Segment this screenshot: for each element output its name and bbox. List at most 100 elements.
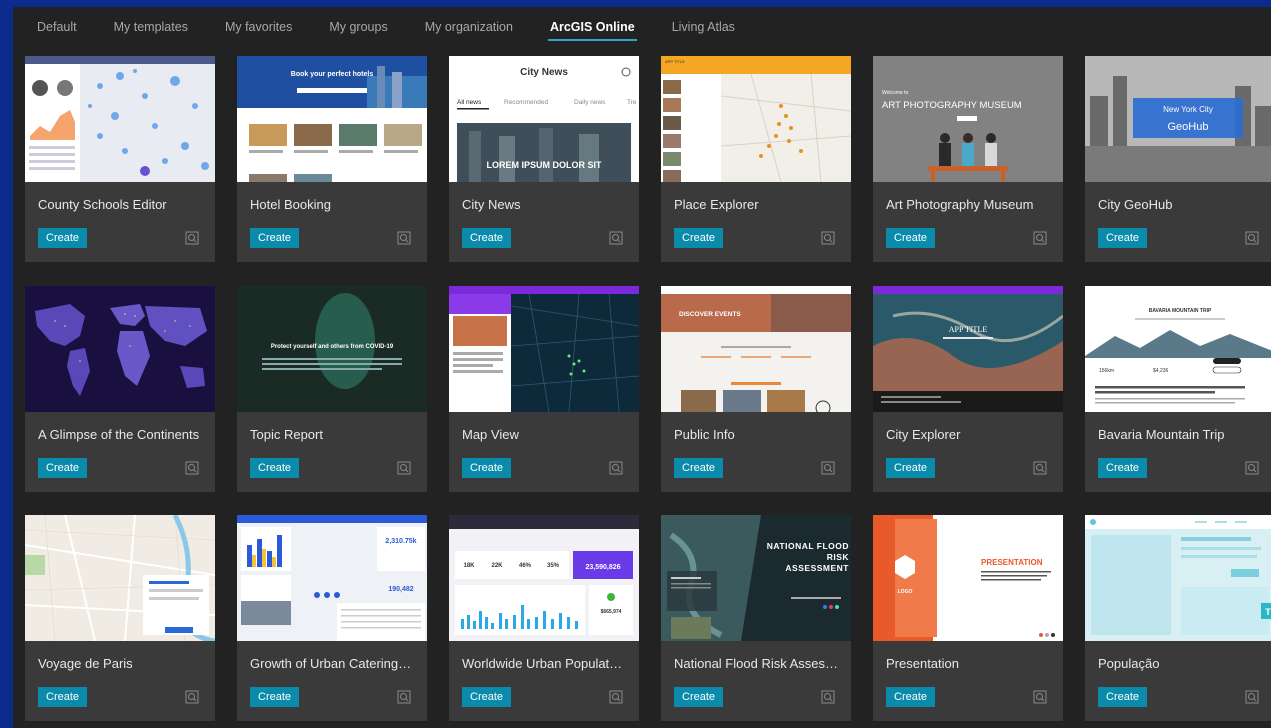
template-card-voyage-de-paris[interactable]: Voyage de Paris Create <box>25 515 215 721</box>
create-button[interactable]: Create <box>674 228 724 248</box>
template-card-hotel-booking[interactable]: Book your perfect hotels Hotel Booking C… <box>237 56 427 262</box>
card-title: Worldwide Urban Populat… <box>462 656 623 671</box>
preview-magnifier-icon[interactable] <box>185 690 199 704</box>
create-button[interactable]: Create <box>886 687 936 707</box>
template-card-city-explorer[interactable]: APP TITLE City Explorer Create <box>873 286 1063 492</box>
gallery-tabs: Default My templates My favorites My gro… <box>13 7 1271 47</box>
tab-living-atlas[interactable]: Living Atlas <box>672 7 735 47</box>
create-button[interactable]: Create <box>250 687 300 707</box>
create-button[interactable]: Create <box>250 228 300 248</box>
create-button[interactable]: Create <box>462 228 512 248</box>
preview-magnifier-icon[interactable] <box>821 461 835 475</box>
preview-magnifier-icon[interactable] <box>397 690 411 704</box>
template-card-map-view[interactable]: Map View Create <box>449 286 639 492</box>
thumb-small-text: LOGO <box>898 589 913 595</box>
tab-default[interactable]: Default <box>37 7 77 47</box>
card-title: Presentation <box>886 656 959 671</box>
template-card-topic-report[interactable]: Protect yourself and others from COVID-1… <box>237 286 427 492</box>
template-card-city-news[interactable]: City News All news Recommended Daily new… <box>449 56 639 262</box>
thumb-caption: LOREM IPSUM DOLOR SIT <box>486 160 602 170</box>
template-card-populacao[interactable]: T População Create <box>1085 515 1271 721</box>
preview-magnifier-icon[interactable] <box>821 690 835 704</box>
thumb-heading: GeoHub <box>1168 121 1209 133</box>
template-card-county-schools-editor[interactable]: County Schools Editor Create <box>25 56 215 262</box>
tab-arcgis-online[interactable]: ArcGIS Online <box>547 7 637 47</box>
template-card-national-flood-risk[interactable]: NATIONAL FLOOD RISK ASSESSMENT National … <box>661 515 851 721</box>
create-button[interactable]: Create <box>886 228 936 248</box>
create-button[interactable]: Create <box>674 458 724 478</box>
thumbnail-hotel-booking: Book your perfect hotels <box>237 56 427 182</box>
template-card-place-explorer[interactable]: APP TITLE Place Explorer Create <box>661 56 851 262</box>
create-button[interactable]: Create <box>462 458 512 478</box>
card-title: County Schools Editor <box>38 197 167 212</box>
template-card-growth-urban-catering[interactable]: 2,310.75k 190,482 Growth of Urban Cateri… <box>237 515 427 721</box>
card-title: População <box>1098 656 1160 671</box>
preview-magnifier-icon[interactable] <box>1245 461 1259 475</box>
card-title: Public Info <box>674 427 735 442</box>
thumbnail-county-schools <box>25 56 215 182</box>
thumb-stat: 156km <box>1099 368 1114 374</box>
create-button[interactable]: Create <box>462 687 512 707</box>
card-title: Voyage de Paris <box>38 656 133 671</box>
preview-magnifier-icon[interactable] <box>609 231 623 245</box>
thumb-tab: Recommended <box>504 99 548 106</box>
tab-my-templates[interactable]: My templates <box>114 7 188 47</box>
thumbnail-place-explorer: APP TITLE <box>661 56 851 182</box>
thumb-app-title: APP TITLE <box>665 59 685 64</box>
thumbnail-topic-report: Protect yourself and others from COVID-1… <box>237 286 427 412</box>
preview-magnifier-icon[interactable] <box>1245 231 1259 245</box>
preview-magnifier-icon[interactable] <box>821 231 835 245</box>
create-button[interactable]: Create <box>1098 228 1148 248</box>
thumbnail-bavaria: BAVARIA MOUNTAIN TRIP 156km $4,236 <box>1085 286 1271 412</box>
thumbnail-city-geohub: New York City GeoHub <box>1085 56 1271 182</box>
preview-magnifier-icon[interactable] <box>609 690 623 704</box>
template-card-bavaria-mountain-trip[interactable]: BAVARIA MOUNTAIN TRIP 156km $4,236 Bavar… <box>1085 286 1271 492</box>
card-title: A Glimpse of the Continents <box>38 427 200 442</box>
preview-magnifier-icon[interactable] <box>185 231 199 245</box>
preview-magnifier-icon[interactable] <box>1245 690 1259 704</box>
preview-magnifier-icon[interactable] <box>397 231 411 245</box>
thumb-small-text: New York City <box>1163 105 1213 114</box>
card-title: Bavaria Mountain Trip <box>1098 427 1225 442</box>
create-button[interactable]: Create <box>38 687 88 707</box>
thumb-heading: PRESENTATION <box>981 558 1043 567</box>
create-button[interactable]: Create <box>250 458 300 478</box>
thumbnail-presentation: LOGO PRESENTATION <box>873 515 1063 641</box>
thumb-stat: 190,482 <box>388 586 413 593</box>
create-button[interactable]: Create <box>38 458 88 478</box>
create-button[interactable]: Create <box>674 687 724 707</box>
create-button[interactable]: Create <box>1098 458 1148 478</box>
card-title: City GeoHub <box>1098 197 1173 212</box>
card-title: City Explorer <box>886 427 961 442</box>
thumbnail-urban-population: 18K 22K 46% 35% 23,590,826 $665,974 <box>449 515 639 641</box>
template-card-city-geohub[interactable]: New York City GeoHub City GeoHub Create <box>1085 56 1271 262</box>
template-card-glimpse-continents[interactable]: A Glimpse of the Continents Create <box>25 286 215 492</box>
template-card-worldwide-urban-population[interactable]: 18K 22K 46% 35% 23,590,826 $665,974 Worl… <box>449 515 639 721</box>
tab-my-groups[interactable]: My groups <box>329 7 387 47</box>
preview-magnifier-icon[interactable] <box>1033 231 1047 245</box>
preview-magnifier-icon[interactable] <box>185 461 199 475</box>
create-button[interactable]: Create <box>38 228 88 248</box>
thumb-heading: DISCOVER EVENTS <box>679 311 741 318</box>
preview-magnifier-icon[interactable] <box>397 461 411 475</box>
thumb-stat: 18K <box>463 563 475 569</box>
template-card-public-info[interactable]: DISCOVER EVENTS Public Info Create <box>661 286 851 492</box>
thumbnail-public-info: DISCOVER EVENTS <box>661 286 851 412</box>
preview-magnifier-icon[interactable] <box>1033 690 1047 704</box>
create-button[interactable]: Create <box>886 458 936 478</box>
thumb-stat: 46% <box>519 563 532 569</box>
template-card-presentation[interactable]: LOGO PRESENTATION Presentation Create <box>873 515 1063 721</box>
create-button[interactable]: Create <box>1098 687 1148 707</box>
thumb-stat: 23,590,826 <box>585 564 620 571</box>
thumb-tab: Daily news <box>574 99 606 106</box>
preview-magnifier-icon[interactable] <box>609 461 623 475</box>
tab-my-organization[interactable]: My organization <box>425 7 513 47</box>
card-title: Map View <box>462 427 519 442</box>
thumb-tab: Tre <box>627 99 637 106</box>
preview-magnifier-icon[interactable] <box>1033 461 1047 475</box>
card-title: Art Photography Museum <box>886 197 1034 212</box>
thumbnail-voyage-paris <box>25 515 215 641</box>
template-card-art-photography-museum[interactable]: Welcome to ART PHOTOGRAPHY MUSEUM Art Ph… <box>873 56 1063 262</box>
thumbnail-map-view <box>449 286 639 412</box>
tab-my-favorites[interactable]: My favorites <box>225 7 292 47</box>
